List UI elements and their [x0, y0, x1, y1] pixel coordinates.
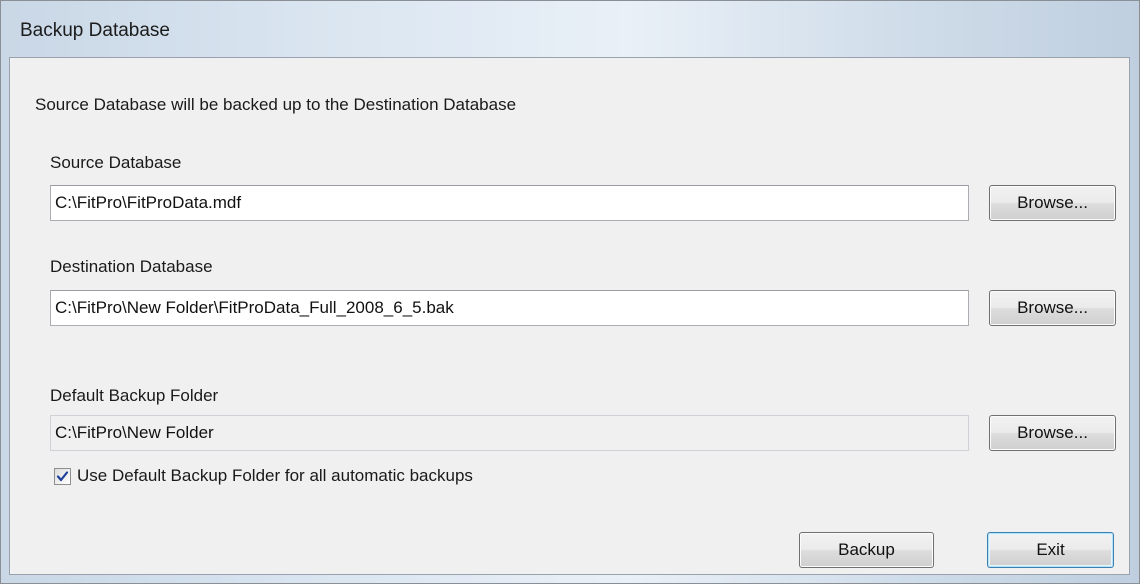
destination-database-label: Destination Database [50, 257, 213, 276]
source-database-label: Source Database [50, 153, 182, 172]
backup-button[interactable]: Backup [799, 532, 934, 568]
exit-button[interactable]: Exit [987, 532, 1114, 568]
destination-browse-button[interactable]: Browse... [989, 290, 1116, 326]
default-folder-browse-button[interactable]: Browse... [989, 415, 1116, 451]
use-default-folder-label[interactable]: Use Default Backup Folder for all automa… [77, 466, 473, 486]
intro-text: Source Database will be backed up to the… [35, 95, 517, 114]
backup-database-window: Backup Database Source Database will be … [0, 0, 1140, 584]
destination-database-field[interactable]: C:\FitPro\New Folder\FitProData_Full_200… [50, 290, 969, 326]
source-browse-button[interactable]: Browse... [989, 185, 1116, 221]
source-database-field[interactable]: C:\FitPro\FitProData.mdf [50, 185, 969, 221]
title-bar[interactable]: Backup Database [1, 1, 1139, 57]
use-default-folder-checkbox[interactable] [54, 468, 71, 485]
checkmark-icon [56, 471, 69, 482]
default-backup-folder-label: Default Backup Folder [50, 386, 219, 405]
dialog-body: Source Database will be backed up to the… [9, 57, 1130, 575]
default-backup-folder-field[interactable]: C:\FitPro\New Folder [50, 415, 969, 451]
window-title: Backup Database [20, 20, 170, 41]
